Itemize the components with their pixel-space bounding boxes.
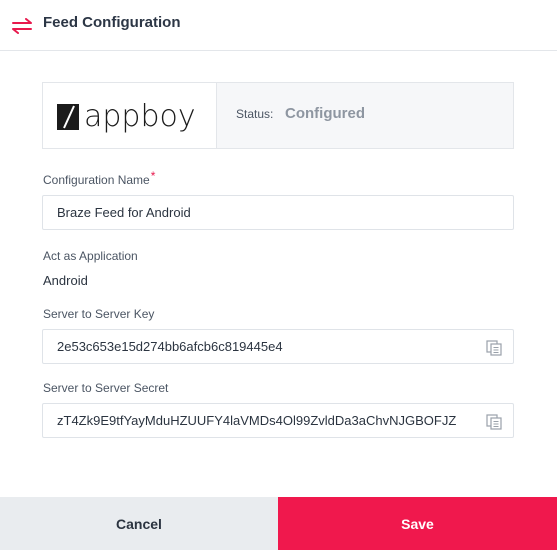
dialog-footer: Cancel Save (0, 497, 557, 550)
act-as-application-label: Act as Application (43, 249, 138, 263)
dialog-title: Feed Configuration (43, 14, 181, 31)
server-secret-field[interactable] (42, 403, 514, 438)
act-as-application-value: Android (43, 273, 88, 288)
status-label: Status: (236, 107, 274, 121)
dialog-header: Feed Configuration (0, 0, 557, 51)
server-key-label: Server to Server Key (43, 307, 155, 321)
config-name-label: Configuration Name* (43, 169, 155, 187)
server-key-field[interactable] (42, 329, 514, 364)
copy-icon[interactable] (486, 414, 502, 430)
status-value: Configured (285, 105, 365, 122)
server-secret-label: Server to Server Secret (43, 381, 169, 395)
appboy-logo: appboy (57, 100, 196, 134)
integration-logo: appboy (43, 83, 217, 148)
cancel-button[interactable]: Cancel (0, 497, 278, 550)
server-key-input[interactable] (43, 330, 513, 363)
config-name-input[interactable] (43, 196, 513, 229)
server-secret-input[interactable] (43, 404, 513, 437)
logo-wordmark: appboy (84, 100, 196, 134)
required-marker: * (150, 169, 156, 183)
save-button[interactable]: Save (278, 497, 557, 550)
config-name-label-text: Configuration Name (43, 173, 150, 187)
integration-card: appboy Status: Configured (42, 82, 514, 149)
swap-arrows-icon (12, 18, 32, 34)
copy-icon[interactable] (486, 340, 502, 356)
config-name-field[interactable] (42, 195, 514, 230)
